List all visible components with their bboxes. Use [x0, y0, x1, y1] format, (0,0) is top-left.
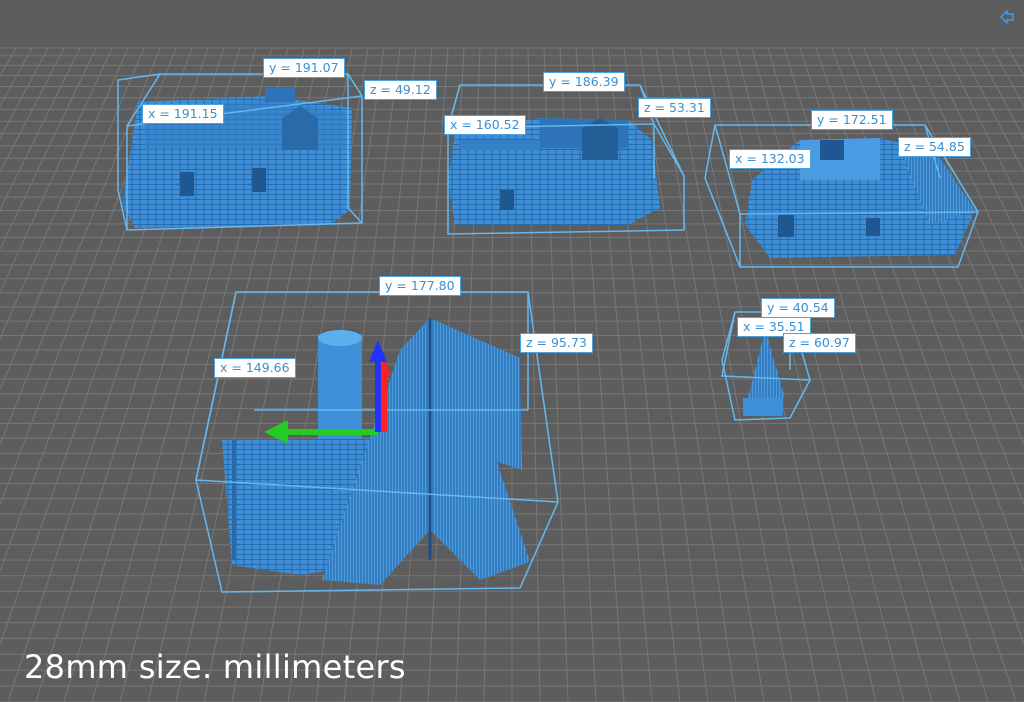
gizmo-z-arrow [369, 340, 387, 362]
house-1-x-label: x = 191.15 [142, 104, 224, 124]
house-4-z-label: z = 95.73 [520, 333, 593, 353]
house-4-y-label: y = 177.80 [379, 276, 461, 296]
house-4-x-label: x = 149.66 [214, 358, 296, 378]
house-2-x-label: x = 160.52 [444, 115, 526, 135]
3d-viewport[interactable]: x = 191.15 y = 191.07 z = 49.12 x = 160.… [0, 0, 1024, 702]
arrow-left-outline-icon[interactable] [998, 8, 1016, 26]
house-2-z-label: z = 53.31 [638, 98, 711, 118]
house-2-y-label: y = 186.39 [543, 72, 625, 92]
house-1-z-label: z = 49.12 [364, 80, 437, 100]
house-3-x-label: x = 132.03 [729, 149, 811, 169]
house-3-z-label: z = 54.85 [898, 137, 971, 157]
house-3-y-label: y = 172.51 [811, 110, 893, 130]
house-5-z-label: z = 60.97 [783, 333, 856, 353]
house-1-y-label: y = 191.07 [263, 58, 345, 78]
house-5-y-label: y = 40.54 [761, 298, 835, 318]
house-5-model[interactable] [743, 330, 785, 416]
caption-text: 28mm size. millimeters [24, 648, 406, 686]
